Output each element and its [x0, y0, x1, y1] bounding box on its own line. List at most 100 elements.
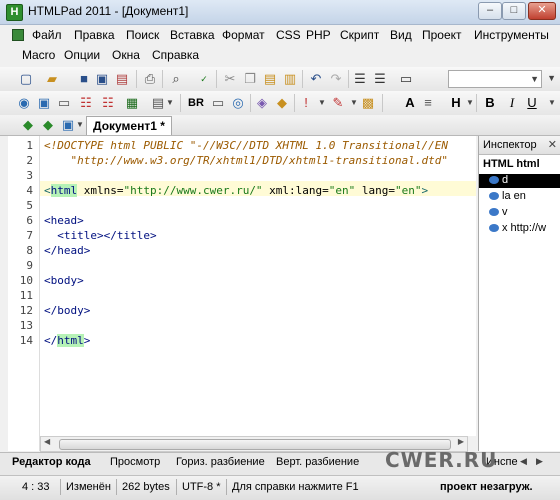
copy-icon[interactable]: ❐: [242, 71, 258, 87]
back-arrow-icon[interactable]: ◆: [20, 117, 36, 133]
table-icon[interactable]: ▦: [124, 95, 140, 111]
close-doc-icon[interactable]: ▤: [114, 71, 130, 87]
inspector-item[interactable]: x http://w: [489, 222, 546, 234]
help-hint: Для справки нажмите F1: [232, 481, 359, 493]
menu-php[interactable]: PHP: [306, 28, 331, 42]
save-all-icon[interactable]: ▣: [94, 71, 110, 87]
code-line-1: <!DOCTYPE html PUBLIC "-//W3C//DTD XHTML…: [44, 139, 448, 152]
list-icon[interactable]: ☷: [78, 95, 94, 111]
image-icon[interactable]: ▣: [36, 95, 52, 111]
menu-insert[interactable]: Вставка: [170, 28, 215, 42]
style-icon[interactable]: ▩: [360, 95, 376, 111]
menu-bar: Файл Правка Поиск Вставка Формат CSS PHP…: [0, 25, 560, 67]
menu-edit[interactable]: Правка: [74, 28, 115, 42]
font-select[interactable]: ▼: [448, 70, 542, 88]
line-number: 14: [19, 334, 33, 347]
tab-horizontal-split[interactable]: Гориз. разбиение: [176, 456, 265, 468]
font-size-icon[interactable]: A: [402, 95, 418, 111]
line-number: 5: [26, 199, 33, 212]
open-folder-icon[interactable]: ▰: [44, 71, 60, 87]
print-icon[interactable]: ⎙: [142, 71, 158, 87]
paste-special-icon[interactable]: ▥: [282, 71, 298, 87]
attr-name: xml:lang=: [262, 184, 329, 197]
inspector-item[interactable]: v: [489, 206, 508, 218]
menu-search[interactable]: Поиск: [126, 28, 159, 42]
menu-format[interactable]: Формат: [222, 28, 265, 42]
code-line-4: <html xmlns="http://www.cwer.ru/" xml:la…: [44, 184, 428, 197]
color-picker-icon[interactable]: ✎: [330, 95, 346, 111]
minimize-button[interactable]: –: [478, 2, 502, 20]
anchor-icon[interactable]: ◎: [230, 95, 246, 111]
new-file-icon[interactable]: ▢: [18, 71, 34, 87]
inspector-title: Инспектор: [483, 139, 537, 151]
inspector-item[interactable]: la en: [489, 190, 526, 202]
separator: [216, 70, 217, 88]
separator: [136, 70, 137, 88]
document-tab-strip: ◆ ◆ ▣ ▼ Документ1 *: [0, 115, 560, 136]
undo-icon[interactable]: ↶: [308, 71, 324, 87]
menu-windows[interactable]: Окна: [112, 48, 140, 62]
bold-button[interactable]: B: [482, 95, 498, 111]
line-number: 4: [26, 184, 33, 197]
inspector-section-title: HTML html: [483, 158, 540, 170]
modified-status: Изменён: [66, 481, 111, 493]
indent-icon[interactable]: ☰: [352, 71, 368, 87]
chevron-down-icon[interactable]: ▼: [314, 95, 330, 111]
forward-arrow-icon[interactable]: ◆: [40, 117, 56, 133]
globe-icon[interactable]: ◉: [16, 95, 32, 111]
line-number: 8: [26, 244, 33, 257]
tab-preview[interactable]: Просмотр: [110, 456, 160, 468]
hr-icon[interactable]: ▭: [210, 95, 226, 111]
scroll-right-icon[interactable]: ▶: [536, 456, 543, 467]
tag-bracket: </: [44, 334, 58, 347]
tab-vertical-split[interactable]: Верт. разбиение: [276, 456, 359, 468]
menu-css[interactable]: CSS: [276, 28, 301, 42]
layout-icon[interactable]: ▭: [398, 71, 414, 87]
attribute-icon: [489, 224, 499, 233]
underline-button[interactable]: U: [524, 95, 540, 111]
close-icon[interactable]: ✕: [548, 138, 557, 151]
scroll-left-icon[interactable]: ◀: [44, 437, 50, 446]
save-icon[interactable]: ■: [76, 71, 92, 87]
redo-icon[interactable]: ↷: [328, 71, 344, 87]
alert-icon[interactable]: !: [298, 95, 314, 111]
maximize-button[interactable]: □: [502, 2, 526, 20]
paste-icon[interactable]: ▤: [262, 71, 278, 87]
line-number: 13: [19, 319, 33, 332]
close-button[interactable]: ✕: [528, 2, 556, 20]
scroll-left-icon[interactable]: ◀: [520, 456, 527, 467]
tab-code-editor[interactable]: Редактор кода: [12, 456, 91, 468]
code-editor[interactable]: <!DOCTYPE html PUBLIC "-//W3C//DTD XHTML…: [40, 136, 476, 436]
inspector-item[interactable]: d: [489, 174, 508, 186]
menu-options[interactable]: Опции: [64, 48, 100, 62]
watermark: CWER.RU: [385, 448, 498, 472]
link-icon[interactable]: ◈: [254, 95, 270, 111]
scroll-right-icon[interactable]: ▶: [458, 437, 464, 446]
cut-icon[interactable]: ✂: [222, 71, 238, 87]
menu-script[interactable]: Скрипт: [340, 28, 379, 42]
find-icon[interactable]: ⌕: [168, 71, 184, 87]
toolbar-overflow[interactable]: ▼: [544, 70, 558, 86]
menu-project[interactable]: Проект: [422, 28, 462, 42]
line-number: 3: [26, 169, 33, 182]
menu-tools[interactable]: Инструменты: [474, 28, 549, 42]
line-number: 9: [26, 259, 33, 272]
spellcheck-icon[interactable]: ✓: [196, 71, 212, 87]
paragraph-icon[interactable]: ≡: [420, 95, 436, 111]
menu-help[interactable]: Справка: [152, 48, 199, 62]
tab-document1[interactable]: Документ1 *: [86, 116, 172, 135]
chevron-down-icon[interactable]: ▼: [162, 95, 178, 111]
italic-button[interactable]: I: [504, 95, 520, 111]
menu-view[interactable]: Вид: [390, 28, 412, 42]
title-bar: H HTMLPad 2011 - [Документ1] – □ ✕: [0, 0, 560, 25]
checklist-icon[interactable]: ☷: [100, 95, 116, 111]
outdent-icon[interactable]: ☰: [372, 71, 388, 87]
bookmark-icon[interactable]: ◆: [274, 95, 290, 111]
form-icon[interactable]: ▭: [56, 95, 72, 111]
br-button[interactable]: BR: [186, 95, 206, 111]
menu-macro[interactable]: Macro: [22, 48, 55, 62]
separator: [294, 94, 295, 112]
menu-file[interactable]: Файл: [32, 28, 62, 42]
attr-name: lang=: [355, 184, 396, 197]
toolbar-overflow[interactable]: ▼: [544, 95, 560, 111]
